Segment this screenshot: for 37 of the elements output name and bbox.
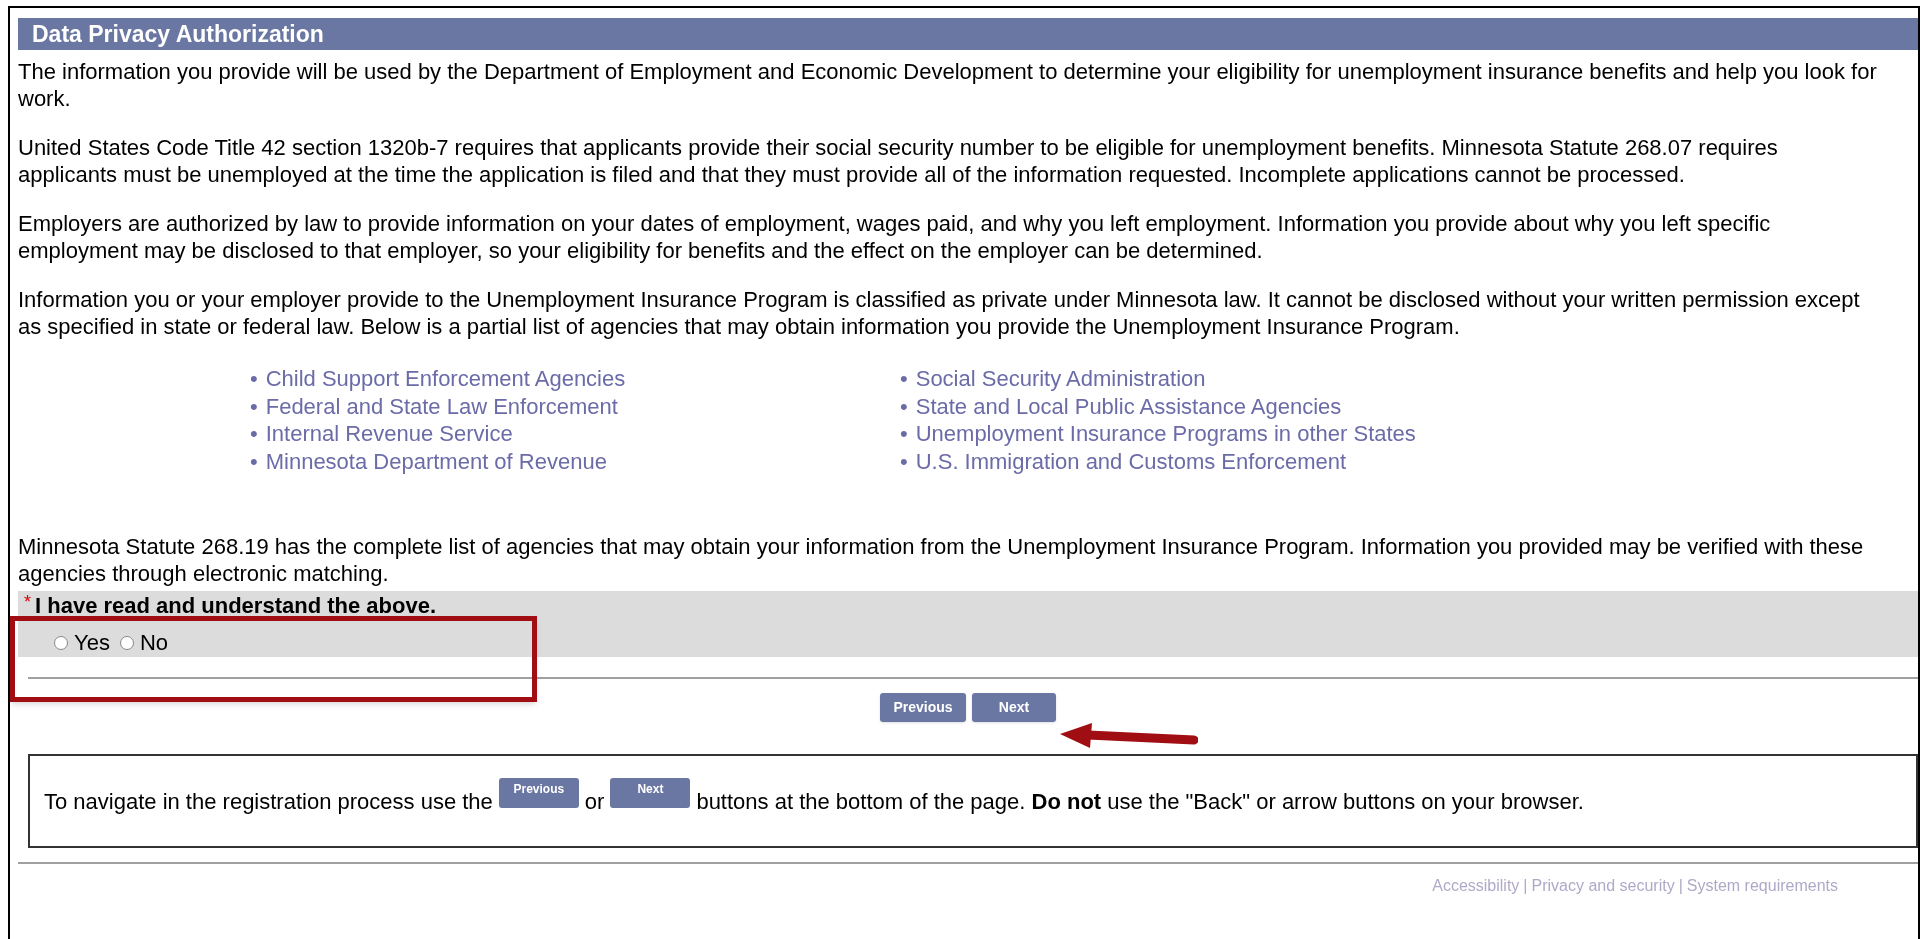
paragraph: The information you provide will be used by the Department of Employment and Economic Development to determine your eligibility for unemployment insurance benefits and help you look for work. xyxy=(18,58,1878,112)
agency-link[interactable]: U.S. Immigration and Customs Enforcement xyxy=(915,447,1347,475)
required-mark: * xyxy=(24,591,31,614)
bullet: • xyxy=(900,420,908,448)
option-label: No xyxy=(139,629,168,657)
bullet: • xyxy=(900,392,908,420)
agency-link[interactable]: Internal Revenue Service xyxy=(265,420,513,448)
inline-button[interactable]: Previous xyxy=(498,778,579,808)
inline-button[interactable]: Next xyxy=(610,778,691,808)
radio-button[interactable] xyxy=(54,635,68,650)
section-title: Data Privacy Authorization xyxy=(32,19,324,49)
option-label: Yes xyxy=(74,629,110,657)
paragraph: Employers are authorized by law to provide information on your dates of employment, wages paid, and why you left employment. Information you provide about why you left specific employment may be disclosed to that employer, so your eligibility for benefits and the effect on the employer can be determined. xyxy=(18,210,1772,264)
paragraph: Minnesota Statute 268.19 has the complete list of agencies that may obtain your information from the Unemployment Insurance Program. Information you provided may be verified with these agencies through electronic matching. xyxy=(18,533,1865,587)
agency-link[interactable]: Federal and State Law Enforcement xyxy=(265,392,618,420)
question-label: I have read and understand the above. xyxy=(35,592,436,620)
agency-link[interactable]: State and Local Public Assistance Agencies xyxy=(915,392,1342,420)
bullet: • xyxy=(900,447,908,475)
bullet: • xyxy=(250,392,258,420)
nav-button[interactable]: Next xyxy=(972,693,1056,722)
bullet: • xyxy=(250,447,258,475)
agency-link[interactable]: Child Support Enforcement Agencies xyxy=(265,365,626,393)
nav-button[interactable]: Previous xyxy=(880,693,966,722)
note-text: or xyxy=(584,787,605,816)
bullet: • xyxy=(900,365,908,393)
agency-link[interactable]: Minnesota Department of Revenue xyxy=(265,447,607,475)
note-text: To navigate in the registration process use the xyxy=(44,787,493,816)
agency-link[interactable]: Social Security Administration xyxy=(915,365,1206,393)
bullet: • xyxy=(250,365,258,393)
link-separator: | xyxy=(1523,876,1528,896)
paragraph: United States Code Title 42 section 1320b-7 requires that applicants provide their social security number to be eligible for unemployment benefits. Minnesota Statute 268.07 requires applicants must be unemployed at the time the application is filed and that they must provide all of the information requested. Incomplete applications cannot be processed. xyxy=(18,134,1779,188)
link-separator: | xyxy=(1678,876,1683,896)
note-text: buttons at the bottom of the page. Do not use the "Back" or arrow buttons on your browser. xyxy=(696,787,1584,816)
bullet: • xyxy=(250,420,258,448)
agency-link[interactable]: Unemployment Insurance Programs in other States xyxy=(915,420,1416,448)
radio-button[interactable] xyxy=(119,635,134,650)
paragraph: Information you or your employer provide to the Unemployment Insurance Program is classified as private under Minnesota law. It cannot be disclosed without your written permission except as specified in state or federal law. Below is a partial list of agencies that may obtain information you provide the Unemployment Insurance Program. xyxy=(18,286,1861,340)
